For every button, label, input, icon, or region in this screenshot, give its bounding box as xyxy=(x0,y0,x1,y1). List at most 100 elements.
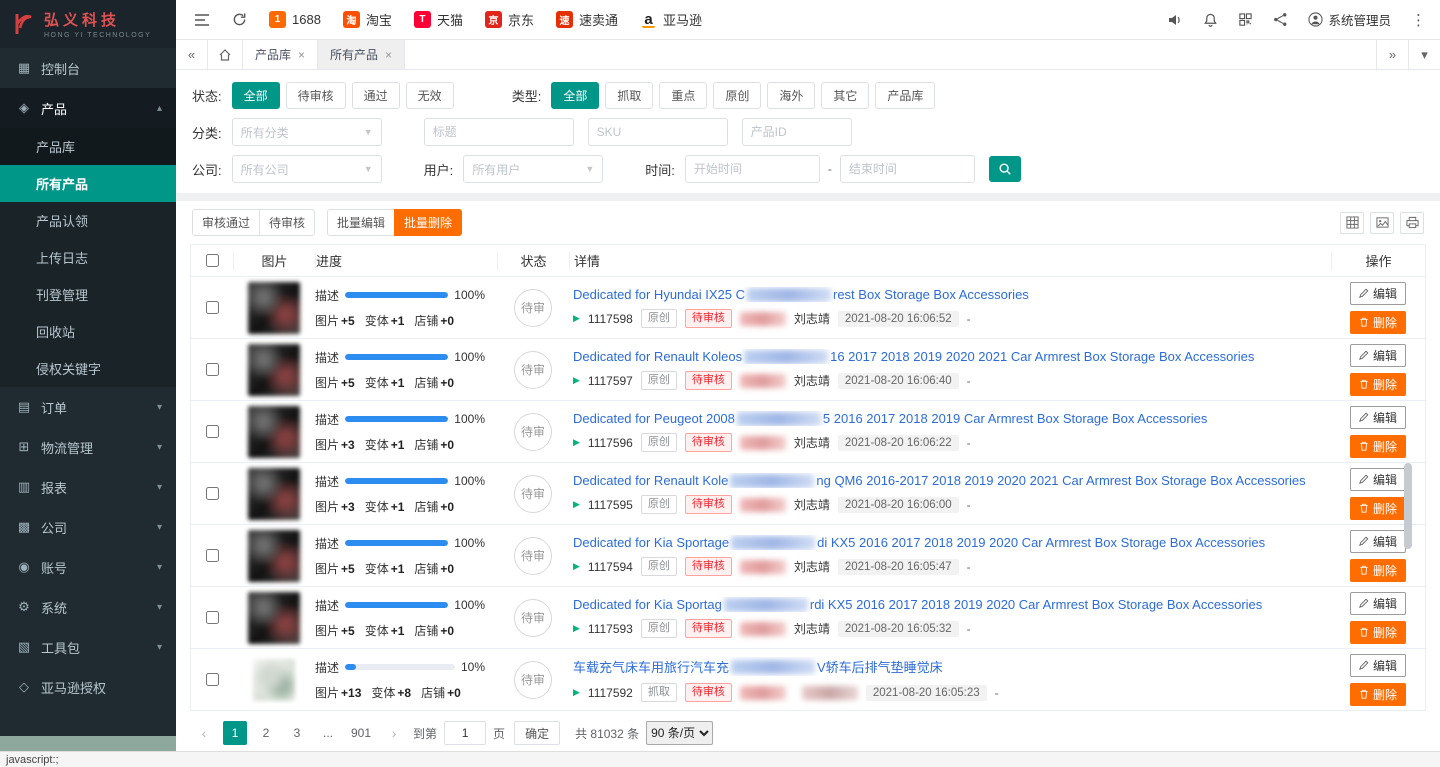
sidebar-item-amazon-auth[interactable]: ◇ 亚马逊授权 xyxy=(0,667,176,707)
sidebar-item-reports[interactable]: ▥ 报表 ▾ xyxy=(0,467,176,507)
product-title-link[interactable]: Dedicated for Peugeot 2008 5 2016 2017 2… xyxy=(573,411,1321,426)
qr-code-icon[interactable] xyxy=(1238,12,1253,27)
edit-button[interactable]: 编辑 xyxy=(1350,592,1406,615)
sidebar-item-recycle-bin[interactable]: 回收站 xyxy=(0,313,176,350)
prev-page-icon[interactable]: ‹ xyxy=(192,721,216,745)
edit-button[interactable]: 编辑 xyxy=(1350,282,1406,305)
sidebar-item-all-products[interactable]: 所有产品 xyxy=(0,165,176,202)
delete-button[interactable]: 删除 xyxy=(1350,621,1406,644)
platform-tab-aliexpress[interactable]: 速 速卖通 xyxy=(556,10,618,29)
product-thumbnail[interactable] xyxy=(248,592,300,644)
type-filter-crawl[interactable]: 抓取 xyxy=(605,82,653,109)
delete-button[interactable]: 删除 xyxy=(1350,497,1406,520)
product-title-link[interactable]: Dedicated for Hyundai IX25 C rest Box St… xyxy=(573,287,1321,302)
type-filter-key[interactable]: 重点 xyxy=(659,82,707,109)
tabs-scroll-left-icon[interactable]: « xyxy=(176,40,208,69)
page-button-1[interactable]: 1 xyxy=(223,721,247,745)
user-menu[interactable]: 系统管理员 xyxy=(1308,10,1391,29)
type-filter-other[interactable]: 其它 xyxy=(821,82,869,109)
notification-bell-icon[interactable] xyxy=(1203,12,1218,28)
delete-button[interactable]: 删除 xyxy=(1350,683,1406,706)
image-display-icon[interactable] xyxy=(1370,212,1394,234)
page-button-2[interactable]: 2 xyxy=(254,721,278,745)
type-filter-all[interactable]: 全部 xyxy=(551,82,599,109)
row-checkbox[interactable] xyxy=(206,549,219,562)
row-checkbox[interactable] xyxy=(206,487,219,500)
tab-product-library[interactable]: 产品库 × xyxy=(243,40,318,69)
type-filter-overseas[interactable]: 海外 xyxy=(767,82,815,109)
product-title-link[interactable]: Dedicated for Renault Koleos 16 2017 201… xyxy=(573,349,1321,364)
sidebar-item-system[interactable]: ⚙ 系统 ▾ xyxy=(0,587,176,627)
select-all-checkbox[interactable] xyxy=(206,254,219,267)
sidebar-item-orders[interactable]: ▤ 订单 ▾ xyxy=(0,387,176,427)
kebab-menu-icon[interactable]: ⋮ xyxy=(1411,11,1426,29)
type-filter-original[interactable]: 原创 xyxy=(713,82,761,109)
sidebar-item-product-library[interactable]: 产品库 xyxy=(0,128,176,165)
platform-tab-1688[interactable]: 1 1688 xyxy=(269,11,321,28)
row-checkbox[interactable] xyxy=(206,363,219,376)
sidebar-collapse-bar[interactable] xyxy=(0,736,176,751)
refresh-icon[interactable] xyxy=(232,12,247,27)
tab-all-products[interactable]: 所有产品 × xyxy=(318,40,405,69)
edit-button[interactable]: 编辑 xyxy=(1350,406,1406,429)
sidebar-item-dashboard[interactable]: ▦ 控制台 xyxy=(0,48,176,88)
sidebar-item-logistics[interactable]: ⊞ 物流管理 ▾ xyxy=(0,427,176,467)
column-settings-icon[interactable] xyxy=(1340,212,1364,234)
row-checkbox[interactable] xyxy=(206,301,219,314)
edit-button[interactable]: 编辑 xyxy=(1350,654,1406,677)
status-filter-passed[interactable]: 通过 xyxy=(352,82,400,109)
status-filter-all[interactable]: 全部 xyxy=(232,82,280,109)
start-time-input[interactable] xyxy=(685,155,820,183)
sidebar-item-products[interactable]: ◈ 产品 ▴ xyxy=(0,88,176,128)
delete-button[interactable]: 删除 xyxy=(1350,435,1406,458)
sidebar-item-accounts[interactable]: ◉ 账号 ▾ xyxy=(0,547,176,587)
tabs-scroll-right-icon[interactable]: » xyxy=(1376,40,1408,69)
product-thumbnail[interactable] xyxy=(248,530,300,582)
delete-button[interactable]: 删除 xyxy=(1350,311,1406,334)
platform-tab-taobao[interactable]: 淘 淘宝 xyxy=(343,10,392,29)
search-button[interactable] xyxy=(989,156,1021,182)
edit-button[interactable]: 编辑 xyxy=(1350,468,1406,491)
edit-button[interactable]: 编辑 xyxy=(1350,530,1406,553)
delete-button[interactable]: 删除 xyxy=(1350,559,1406,582)
share-network-icon[interactable] xyxy=(1273,12,1288,27)
pending-review-button[interactable]: 待审核 xyxy=(259,209,315,236)
category-select[interactable]: 所有分类 ▼ xyxy=(232,118,382,146)
end-time-input[interactable] xyxy=(840,155,975,183)
sku-input[interactable] xyxy=(588,118,728,146)
platform-tab-tmall[interactable]: T 天猫 xyxy=(414,10,463,29)
tabs-menu-icon[interactable]: ▾ xyxy=(1408,40,1440,69)
edit-button[interactable]: 编辑 xyxy=(1350,344,1406,367)
product-title-link[interactable]: 车载充气床车用旅行汽车充 V轿车后排气垫睡觉床 xyxy=(573,657,1321,676)
scrollbar-thumb[interactable] xyxy=(1404,463,1412,549)
next-page-icon[interactable]: › xyxy=(382,721,406,745)
collapse-menu-icon[interactable] xyxy=(194,13,210,27)
approve-button[interactable]: 审核通过 xyxy=(192,209,260,236)
platform-tab-jd[interactable]: 京 京东 xyxy=(485,10,534,29)
close-icon[interactable]: × xyxy=(298,48,305,62)
row-checkbox[interactable] xyxy=(206,425,219,438)
speaker-icon[interactable] xyxy=(1167,12,1183,28)
tab-home[interactable] xyxy=(208,40,243,69)
delete-button[interactable]: 删除 xyxy=(1350,373,1406,396)
sidebar-item-infringement-keywords[interactable]: 侵权关键字 xyxy=(0,350,176,387)
product-title-link[interactable]: Dedicated for Kia Sportage di KX5 2016 2… xyxy=(573,535,1321,550)
sidebar-item-company[interactable]: ▩ 公司 ▾ xyxy=(0,507,176,547)
row-checkbox[interactable] xyxy=(206,611,219,624)
sidebar-item-toolkit[interactable]: ▧ 工具包 ▾ xyxy=(0,627,176,667)
product-thumbnail[interactable] xyxy=(248,468,300,520)
product-title-link[interactable]: Dedicated for Kia Sportag rdi KX5 2016 2… xyxy=(573,597,1321,612)
user-select[interactable]: 所有用户 ▼ xyxy=(463,155,603,183)
sidebar-item-upload-log[interactable]: 上传日志 xyxy=(0,239,176,276)
page-button-3[interactable]: 3 xyxy=(285,721,309,745)
product-id-input[interactable] xyxy=(742,118,852,146)
sidebar-item-listing-management[interactable]: 刊登管理 xyxy=(0,276,176,313)
platform-tab-amazon[interactable]: a 亚马逊 xyxy=(640,10,702,29)
sidebar-item-product-claim[interactable]: 产品认领 xyxy=(0,202,176,239)
goto-page-input[interactable] xyxy=(444,721,486,745)
product-thumbnail[interactable] xyxy=(248,406,300,458)
per-page-select[interactable]: 90 条/页 xyxy=(646,721,713,745)
row-checkbox[interactable] xyxy=(206,673,219,686)
status-filter-pending[interactable]: 待审核 xyxy=(286,82,346,109)
product-thumbnail[interactable] xyxy=(248,344,300,396)
